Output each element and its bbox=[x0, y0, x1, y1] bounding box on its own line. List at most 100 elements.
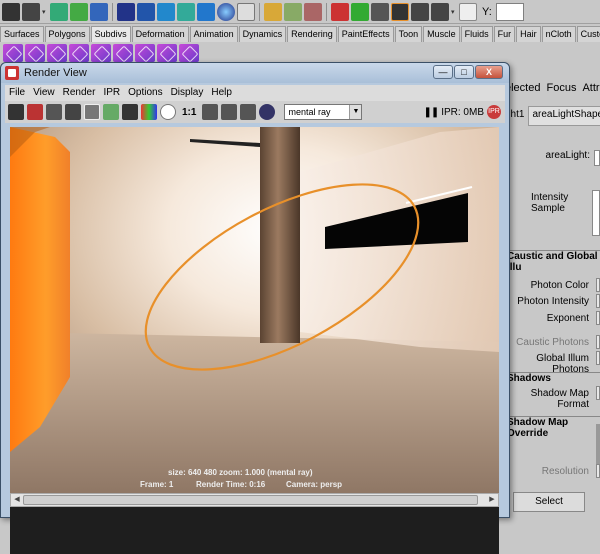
keep-image-icon[interactable] bbox=[84, 104, 100, 120]
folder-icon[interactable] bbox=[2, 2, 20, 21]
shelf-tab-ncloth[interactable]: nCloth bbox=[541, 26, 576, 42]
rgb-channels-icon[interactable] bbox=[141, 104, 157, 120]
input-icon[interactable] bbox=[284, 2, 302, 21]
ipr-render-icon[interactable] bbox=[27, 104, 43, 120]
menu-render[interactable]: Render bbox=[63, 85, 96, 101]
ipr-render-icon[interactable] bbox=[371, 2, 389, 21]
construction-history-icon[interactable] bbox=[331, 2, 349, 21]
open-image-icon[interactable] bbox=[240, 104, 257, 120]
global-illum-photons-field[interactable] bbox=[596, 351, 600, 365]
intensity-swatch[interactable] bbox=[592, 190, 600, 236]
select-component-icon[interactable] bbox=[90, 2, 108, 21]
rendered-image[interactable]: size: 640 480 zoom: 1.000 (mental ray) F… bbox=[10, 127, 499, 554]
shelf-tab-hair[interactable]: Hair bbox=[516, 26, 541, 42]
pause-icon[interactable]: ❚❚ bbox=[423, 107, 439, 118]
attr-menu-attributes[interactable]: Attribu bbox=[582, 82, 600, 100]
render-settings-icon[interactable] bbox=[122, 104, 138, 120]
close-button[interactable]: X bbox=[475, 65, 503, 79]
shelf-tab-dynamics[interactable]: Dynamics bbox=[238, 26, 287, 42]
menu-view[interactable]: View bbox=[33, 85, 55, 101]
menu-options[interactable]: Options bbox=[128, 85, 162, 101]
chevron-down-icon[interactable]: ▾ bbox=[451, 8, 457, 16]
save-scene-icon[interactable] bbox=[22, 2, 40, 21]
subdiv-cube-icon[interactable] bbox=[25, 44, 45, 62]
alpha-channel-icon[interactable] bbox=[160, 104, 176, 120]
subdiv-sphere-icon[interactable] bbox=[3, 44, 23, 62]
save-image-icon[interactable] bbox=[221, 104, 238, 120]
display-real-size-icon[interactable] bbox=[202, 104, 219, 120]
section-caustic-global-illum[interactable]: Caustic and Global Illu bbox=[505, 250, 600, 273]
subdiv-plane-icon[interactable] bbox=[91, 44, 111, 62]
title-bar[interactable]: Render View — □ X bbox=[1, 63, 509, 83]
y-input[interactable] bbox=[495, 2, 524, 21]
maximize-button[interactable]: □ bbox=[454, 65, 474, 79]
lock-icon[interactable] bbox=[264, 2, 282, 21]
section-shadow-map-override[interactable]: Shadow Map Override bbox=[505, 416, 600, 439]
select-hierarchy-icon[interactable] bbox=[50, 2, 68, 21]
snapshot-icon[interactable] bbox=[46, 104, 62, 120]
shelf-tab-subdivs[interactable]: Subdivs bbox=[90, 26, 131, 42]
select-object-icon[interactable] bbox=[70, 2, 88, 21]
attr-scrollbar[interactable] bbox=[596, 424, 600, 464]
horizontal-scrollbar[interactable]: ◀ ▶ bbox=[10, 493, 499, 507]
menu-ipr[interactable]: IPR bbox=[103, 85, 120, 101]
attr-menu-focus[interactable]: Focus bbox=[546, 82, 576, 100]
exponent-field[interactable] bbox=[596, 311, 600, 325]
shelf-tab-fluids[interactable]: Fluids bbox=[460, 26, 493, 42]
sphere-icon[interactable] bbox=[217, 2, 235, 21]
transform-icon[interactable] bbox=[459, 2, 477, 21]
scroll-right-icon[interactable]: ▶ bbox=[487, 495, 497, 505]
redo-render-icon[interactable] bbox=[8, 104, 24, 120]
scroll-thumb[interactable] bbox=[23, 495, 478, 505]
make-live-icon[interactable] bbox=[197, 2, 215, 21]
shelf-tab-fur[interactable]: Fur bbox=[493, 26, 516, 42]
subdiv-cylinder-icon[interactable] bbox=[47, 44, 67, 62]
menu-file[interactable]: File bbox=[9, 85, 25, 101]
hypershade-icon[interactable] bbox=[431, 2, 449, 21]
render-view-icon[interactable] bbox=[391, 2, 409, 21]
shadow-map-format-field[interactable] bbox=[596, 386, 600, 400]
snap-plane-icon[interactable] bbox=[177, 2, 195, 21]
resolution-field[interactable] bbox=[596, 464, 600, 478]
ratio-button[interactable]: 1:1 bbox=[179, 107, 199, 118]
snap-curve-icon[interactable] bbox=[137, 2, 155, 21]
shelf-tab-toon[interactable]: Toon bbox=[394, 26, 423, 42]
subdiv-cone-icon[interactable] bbox=[69, 44, 89, 62]
menu-display[interactable]: Display bbox=[171, 85, 204, 101]
render-current-icon[interactable] bbox=[351, 2, 369, 21]
shelf-tab-deformation[interactable]: Deformation bbox=[131, 26, 189, 42]
chevron-down-icon[interactable]: ▾ bbox=[42, 8, 48, 16]
snap-point-icon[interactable] bbox=[157, 2, 175, 21]
photon-color-field[interactable] bbox=[596, 278, 600, 292]
render-settings-icon[interactable] bbox=[411, 2, 429, 21]
photon-intensity-field[interactable] bbox=[596, 294, 600, 308]
camera-icon[interactable] bbox=[259, 104, 276, 120]
minimize-button[interactable]: — bbox=[433, 65, 453, 79]
shelf-tab-muscle[interactable]: Muscle bbox=[423, 26, 460, 42]
help-icon[interactable] bbox=[237, 2, 255, 21]
subdiv-crease-icon[interactable] bbox=[135, 44, 155, 62]
caustic-photons-field[interactable] bbox=[596, 335, 600, 349]
scroll-left-icon[interactable]: ◀ bbox=[12, 495, 22, 505]
shelf-tab-surfaces[interactable]: Surfaces bbox=[0, 26, 44, 42]
attr-menu-selected[interactable]: elected bbox=[505, 82, 540, 100]
ipr-stop-icon[interactable]: IPR bbox=[487, 105, 501, 119]
arealight-field[interactable] bbox=[594, 150, 600, 166]
select-button[interactable]: Select bbox=[513, 492, 585, 512]
shelf-tab-rendering[interactable]: Rendering bbox=[287, 26, 337, 42]
shelf-tab-painteffects[interactable]: PaintEffects bbox=[337, 26, 394, 42]
renderer-select[interactable]: mental ray ▼ bbox=[284, 104, 363, 120]
shelf-tab-animation[interactable]: Animation bbox=[189, 26, 238, 42]
shelf-tab-polygons[interactable]: Polygons bbox=[44, 26, 90, 42]
subdiv-uncrease-icon[interactable] bbox=[157, 44, 177, 62]
snap-grid-icon[interactable] bbox=[117, 2, 135, 21]
output-icon[interactable] bbox=[304, 2, 322, 21]
attr-tab-arealightshape[interactable]: areaLightShape1 bbox=[528, 106, 600, 126]
remove-image-icon[interactable] bbox=[103, 104, 119, 120]
section-shadows[interactable]: Shadows bbox=[505, 372, 600, 384]
menu-help[interactable]: Help bbox=[211, 85, 232, 101]
subdiv-mirror-icon[interactable] bbox=[179, 44, 199, 62]
shelf-tab-custom[interactable]: Custom bbox=[576, 26, 600, 42]
render-region-icon[interactable] bbox=[65, 104, 81, 120]
subdiv-torus-icon[interactable] bbox=[113, 44, 133, 62]
